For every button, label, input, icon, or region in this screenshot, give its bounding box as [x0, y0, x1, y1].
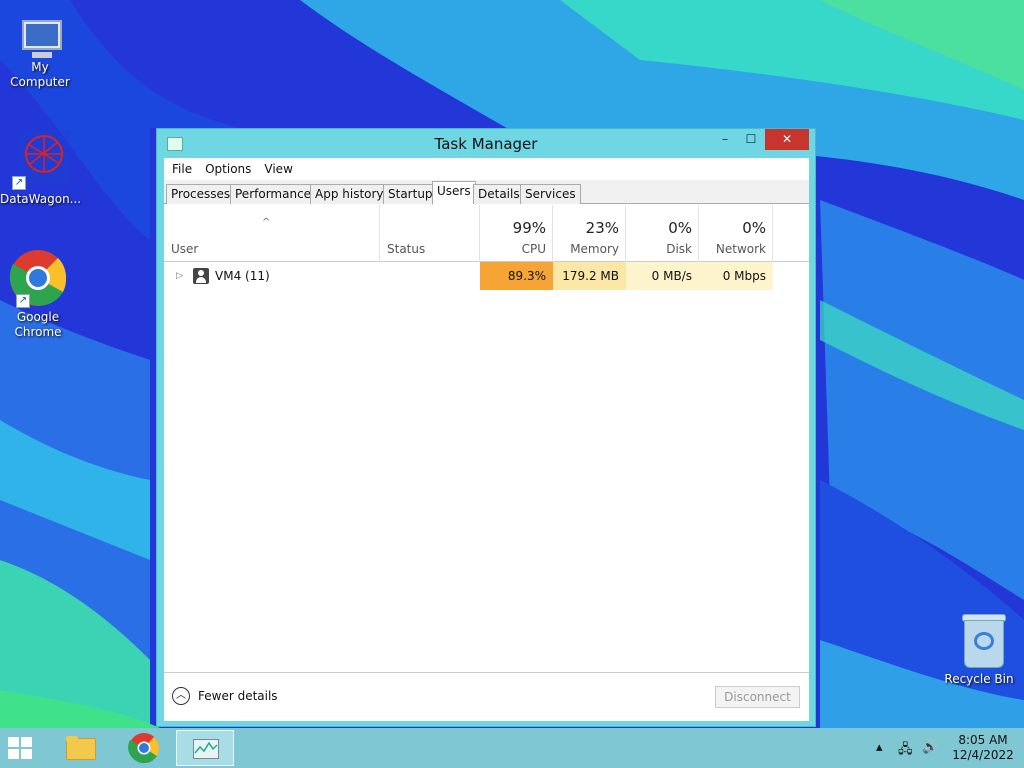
taskbar-task-manager[interactable] — [176, 730, 234, 766]
clock[interactable]: 8:05 AM 12/4/2022 — [948, 733, 1018, 763]
folder-icon — [66, 738, 96, 760]
disk-total-percent: 0% — [668, 219, 692, 237]
volume-icon[interactable]: 🔊 — [922, 740, 938, 755]
desktop-icon-my-computer[interactable]: My Computer — [0, 16, 80, 90]
chrome-icon: ↗ — [8, 248, 68, 308]
memory-total-percent: 23% — [585, 219, 619, 237]
cell-user: VM4 (11) — [215, 269, 270, 283]
computer-icon — [10, 16, 70, 76]
column-label: User — [171, 242, 199, 256]
menu-bar: File Options View — [164, 158, 809, 180]
tab-processes[interactable]: Processes — [166, 184, 236, 204]
taskbar-chrome[interactable] — [127, 730, 161, 766]
desktop-icon-label: Google Chrome — [14, 310, 62, 339]
titlebar[interactable]: Task Manager – ☐ ✕ — [157, 129, 815, 159]
sort-ascending-icon: ^ — [262, 217, 271, 228]
desktop-icon-recycle-bin[interactable]: Recycle Bin — [934, 610, 1014, 687]
desktop-icon-datawagon[interactable]: ↗ DataWagon... — [0, 130, 82, 207]
tab-details[interactable]: Details — [473, 184, 525, 204]
cell-disk: 0 MB/s — [626, 262, 699, 290]
column-label: Network — [715, 242, 766, 256]
table-header: ^ User Status 99% CPU 23% Memory 0% Disk — [164, 205, 809, 262]
window-footer: ︿ Fewer details Disconnect — [164, 672, 809, 721]
users-table: ^ User Status 99% CPU 23% Memory 0% Disk — [164, 205, 809, 290]
shortcut-arrow-icon: ↗ — [12, 176, 26, 190]
clock-date: 12/4/2022 — [952, 748, 1014, 762]
column-header-memory[interactable]: 23% Memory — [553, 205, 626, 262]
tab-startup[interactable]: Startup — [383, 184, 438, 204]
desktop-icon-label: DataWagon... — [0, 192, 82, 206]
cell-status — [380, 262, 480, 290]
show-hidden-icons-icon[interactable]: ▴ — [876, 740, 883, 755]
tab-users[interactable]: Users — [432, 181, 476, 205]
user-icon — [193, 268, 209, 284]
column-label: CPU — [521, 242, 546, 256]
column-label: Status — [387, 242, 426, 256]
table-row[interactable]: ▷ VM4 (11) 89.3% 179.2 MB 0 MB/s 0 Mbps — [164, 262, 809, 290]
close-button[interactable]: ✕ — [765, 129, 809, 150]
taskbar-file-explorer[interactable] — [64, 730, 98, 766]
network-icon[interactable]: 🖧 — [898, 740, 913, 762]
column-header-network[interactable]: 0% Network — [699, 205, 773, 262]
column-label: Disk — [666, 242, 692, 256]
tab-strip: Processes Performance App history Startu… — [164, 180, 809, 205]
desktop-icon-google-chrome[interactable]: ↗ Google Chrome — [0, 248, 78, 340]
tab-services[interactable]: Services — [520, 184, 581, 204]
shortcut-arrow-icon: ↗ — [16, 294, 30, 308]
fewer-details-button[interactable]: ︿ Fewer details — [172, 687, 278, 705]
taskbar: ▴ 🖧 🔊 8:05 AM 12/4/2022 — [0, 728, 1024, 768]
datawagon-icon: ↗ — [10, 130, 70, 190]
menu-options[interactable]: Options — [205, 162, 251, 176]
cpu-total-percent: 99% — [512, 219, 546, 237]
cell-network: 0 Mbps — [699, 262, 773, 290]
tab-performance[interactable]: Performance — [230, 184, 317, 204]
column-header-disk[interactable]: 0% Disk — [626, 205, 699, 262]
menu-file[interactable]: File — [172, 162, 192, 176]
column-header-cpu[interactable]: 99% CPU — [480, 205, 553, 262]
cell-cpu: 89.3% — [480, 262, 553, 290]
column-header-user[interactable]: ^ User — [164, 205, 380, 262]
window-client-area: File Options View Processes Performance … — [164, 158, 809, 721]
minimize-button[interactable]: – — [712, 129, 738, 150]
desktop-icon-label: Recycle Bin — [944, 672, 1014, 686]
chevron-up-icon: ︿ — [172, 687, 190, 705]
column-label: Memory — [570, 242, 619, 256]
cell-memory: 179.2 MB — [553, 262, 626, 290]
menu-view[interactable]: View — [264, 162, 292, 176]
chrome-icon — [128, 733, 160, 764]
start-button[interactable] — [8, 737, 32, 759]
tab-app-history[interactable]: App history — [310, 184, 389, 204]
column-header-status[interactable]: Status — [380, 205, 480, 262]
recycle-bin-icon — [944, 610, 1006, 670]
fewer-details-label: Fewer details — [198, 689, 278, 703]
expand-arrow-icon[interactable]: ▷ — [176, 262, 183, 290]
maximize-button[interactable]: ☐ — [738, 129, 764, 150]
windows-logo-icon — [8, 737, 19, 747]
network-total-percent: 0% — [742, 219, 766, 237]
task-manager-window: Task Manager – ☐ ✕ File Options View Pro… — [156, 128, 816, 727]
disconnect-button[interactable]: Disconnect — [715, 686, 800, 708]
clock-time: 8:05 AM — [958, 733, 1008, 747]
